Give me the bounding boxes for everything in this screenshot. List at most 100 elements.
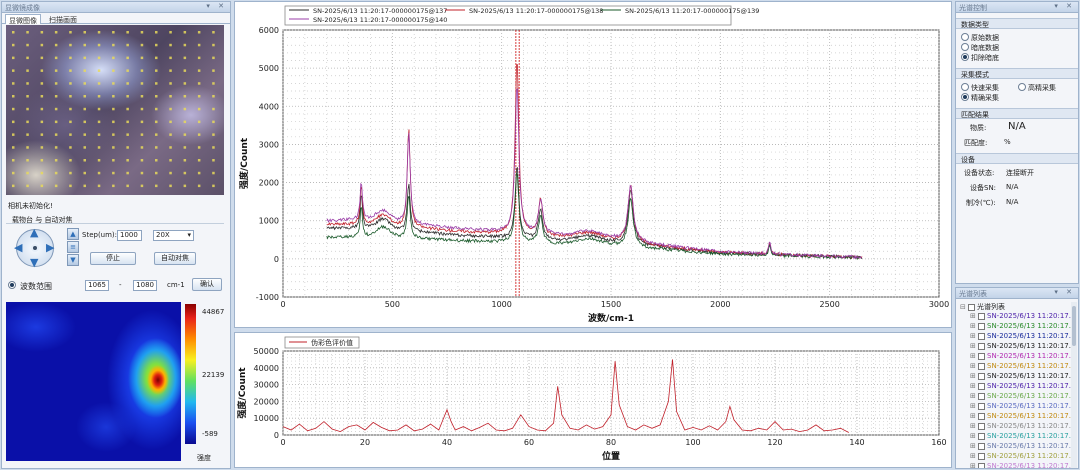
arrow-right-icon[interactable]: ▶ <box>46 242 54 253</box>
expand-icon[interactable]: ⊞ <box>970 322 978 330</box>
spectrum-list-item[interactable]: ⊞ SN-2025/6/13 11:20:17... <box>970 312 1075 322</box>
spectrum-list-item[interactable]: ⊞ SN-2025/6/13 11:20:17... <box>970 462 1075 468</box>
range-from-input[interactable]: 1065 <box>85 280 109 291</box>
checkbox[interactable] <box>978 332 985 340</box>
expand-icon[interactable]: ⊞ <box>970 452 978 460</box>
spectrum-list-item[interactable]: ⊞ SN-2025/6/13 11:20:17... <box>970 402 1075 412</box>
collapse-icon[interactable]: ⊟ <box>960 303 968 311</box>
step-input[interactable]: 1000 <box>117 230 142 241</box>
scan-point <box>140 56 144 60</box>
expand-icon[interactable]: ⊞ <box>970 402 978 410</box>
z-down-button[interactable]: ▼ <box>67 254 79 266</box>
checkbox[interactable] <box>978 392 985 400</box>
range-radio[interactable] <box>8 281 16 289</box>
x-axis-label: 位置 <box>602 450 620 462</box>
checkbox[interactable] <box>978 312 985 320</box>
stage-joystick[interactable]: ▲ ▼ ◀ ▶ <box>12 227 58 268</box>
checkbox[interactable] <box>978 322 985 330</box>
expand-icon[interactable]: ⊞ <box>970 332 978 340</box>
panel-window-buttons[interactable]: ▾ ✕ <box>206 2 227 10</box>
spectrum-list-item[interactable]: ⊞ SN-2025/6/13 11:20:17... <box>970 362 1075 372</box>
stop-button[interactable]: 停止 <box>90 252 136 265</box>
expand-icon[interactable]: ⊞ <box>970 392 978 400</box>
scan-point <box>212 56 215 60</box>
expand-icon[interactable]: ⊞ <box>970 382 978 390</box>
spectrum-list-item[interactable]: ⊞ SN-2025/6/13 11:20:17... <box>970 432 1075 442</box>
checkbox[interactable] <box>978 402 985 410</box>
y-tick-label: 0 <box>274 431 279 440</box>
scrollbar-thumb[interactable] <box>1072 306 1076 346</box>
spectrum-list-item[interactable]: ⊞ SN-2025/6/13 11:20:17... <box>970 392 1075 402</box>
objective-select[interactable]: 20X ▾ <box>153 230 194 241</box>
expand-icon[interactable]: ⊞ <box>970 342 978 350</box>
spectrum-list-item[interactable]: ⊞ SN-2025/6/13 11:20:17... <box>970 352 1075 362</box>
confirm-button[interactable]: 确认 <box>192 278 222 291</box>
checkbox[interactable] <box>978 342 985 350</box>
camera-view[interactable] <box>6 25 224 195</box>
checkbox[interactable] <box>978 412 985 420</box>
expand-icon[interactable]: ⊞ <box>970 462 978 468</box>
spectrum-list-item[interactable]: ⊞ SN-2025/6/13 11:20:17... <box>970 452 1075 462</box>
spectrum-list-item[interactable]: ⊞ SN-2025/6/13 11:20:17... <box>970 322 1075 332</box>
evaluation-chart[interactable]: 0 20 40 60 80 100 120 140 160 0 10000 20000 30000 400… <box>235 333 951 467</box>
arrow-up-icon[interactable]: ▲ <box>30 227 38 238</box>
scan-point <box>112 107 115 111</box>
y-axis-label: 强度/Count <box>238 137 250 189</box>
tab-microscope-image[interactable]: 显微图像 <box>5 14 41 25</box>
heatmap-image[interactable] <box>6 302 181 461</box>
radio-raw-data[interactable] <box>961 33 969 41</box>
scan-point <box>197 31 201 34</box>
tab-scan-view[interactable]: 扫描画面 <box>46 14 80 24</box>
radio-dark-data[interactable] <box>961 43 969 51</box>
spectrum-list-item[interactable]: ⊞ SN-2025/6/13 11:20:17... <box>970 342 1075 352</box>
expand-icon[interactable]: ⊞ <box>970 312 978 320</box>
tree-root[interactable]: ⊟ 光谱列表 <box>960 302 1005 312</box>
arrow-left-icon[interactable]: ◀ <box>14 242 22 253</box>
list-scrollbar[interactable] <box>1071 302 1077 468</box>
range-to-input[interactable]: 1080 <box>133 280 157 291</box>
checkbox[interactable] <box>968 303 975 311</box>
panel-window-buttons[interactable]: ▾ ✕ <box>1054 288 1075 296</box>
scan-point <box>212 95 215 98</box>
checkbox[interactable] <box>978 372 985 380</box>
scan-point <box>26 146 29 149</box>
checkbox[interactable] <box>978 462 985 468</box>
spectrum-list-item[interactable]: ⊞ SN-2025/6/13 11:20:17... <box>970 442 1075 452</box>
checkbox[interactable] <box>978 382 985 390</box>
spectrum-chart[interactable]: 0 500 1000 1500 2000 2500 3000-100001000200030… <box>235 2 951 327</box>
expand-icon[interactable]: ⊞ <box>970 442 978 450</box>
spectrum-list-item[interactable]: ⊞ SN-2025/6/13 11:20:17... <box>970 422 1075 432</box>
expand-icon[interactable]: ⊞ <box>970 432 978 440</box>
spectrum-list-label: SN-2025/6/13 11:20:17... <box>987 392 1076 400</box>
checkbox[interactable] <box>978 442 985 450</box>
checkbox[interactable] <box>978 352 985 360</box>
radio-hi-precision-collect[interactable] <box>1018 83 1026 91</box>
spectrum-list-item[interactable]: ⊞ SN-2025/6/13 11:20:17... <box>970 332 1075 342</box>
scan-point <box>183 95 187 98</box>
spectrum-list-item[interactable]: ⊞ SN-2025/6/13 11:20:17... <box>970 382 1075 392</box>
checkbox[interactable] <box>978 432 985 440</box>
joystick-center[interactable] <box>31 244 39 252</box>
spectrum-list-item[interactable]: ⊞ SN-2025/6/13 11:20:17... <box>970 412 1075 422</box>
spectrum-list-item[interactable]: ⊞ SN-2025/6/13 11:20:17... <box>970 372 1075 382</box>
checkbox[interactable] <box>978 452 985 460</box>
radio-precise-collect[interactable] <box>961 93 969 101</box>
spectrum-list-label: SN-2025/6/13 11:20:17... <box>987 312 1076 320</box>
arrow-down-icon[interactable]: ▼ <box>30 257 38 268</box>
expand-icon[interactable]: ⊞ <box>970 412 978 420</box>
expand-icon[interactable]: ⊞ <box>970 352 978 360</box>
checkbox[interactable] <box>978 422 985 430</box>
z-up-button[interactable]: ▲ <box>67 228 79 240</box>
scan-point <box>155 31 158 34</box>
radio-fast-collect[interactable] <box>961 83 969 91</box>
scan-point <box>83 43 86 47</box>
expand-icon[interactable]: ⊞ <box>970 362 978 370</box>
panel-window-buttons[interactable]: ▾ ✕ <box>1054 2 1075 10</box>
scan-point <box>169 171 172 175</box>
expand-icon[interactable]: ⊞ <box>970 422 978 430</box>
spectrum-list-label: SN-2025/6/13 11:20:17... <box>987 352 1076 360</box>
radio-subtract-dark[interactable] <box>961 53 969 61</box>
expand-icon[interactable]: ⊞ <box>970 372 978 380</box>
autofocus-button[interactable]: 自动对焦 <box>154 252 196 265</box>
checkbox[interactable] <box>978 362 985 370</box>
